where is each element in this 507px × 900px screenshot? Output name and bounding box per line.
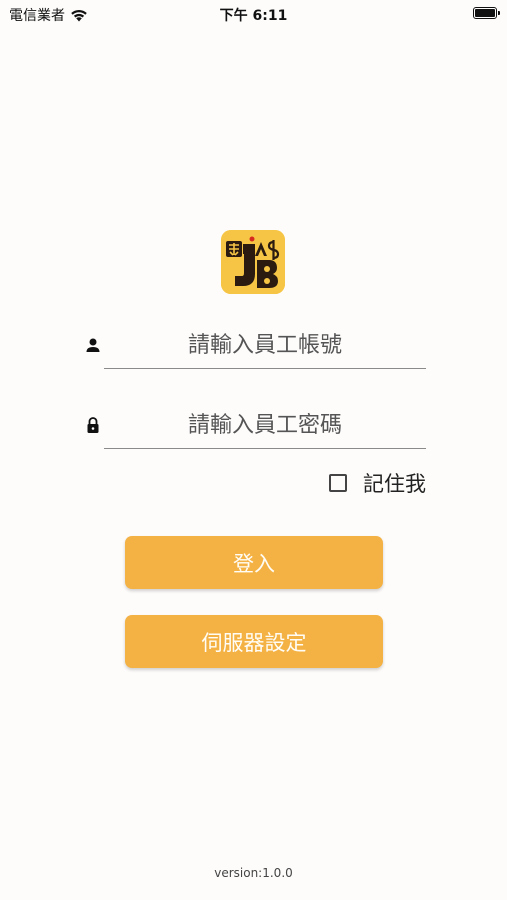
version-label: version:1.0.0 bbox=[214, 866, 293, 880]
account-input[interactable] bbox=[104, 322, 426, 369]
login-button[interactable]: 登入 bbox=[125, 536, 383, 589]
lock-icon bbox=[87, 417, 99, 433]
app-logo-icon bbox=[221, 230, 285, 294]
password-input[interactable] bbox=[104, 402, 426, 449]
remember-me-checkbox[interactable] bbox=[329, 474, 347, 492]
person-icon bbox=[86, 338, 100, 352]
password-field bbox=[80, 402, 426, 450]
battery-icon bbox=[473, 7, 500, 19]
remember-me-toggle[interactable]: 記住我 bbox=[329, 468, 426, 498]
server-settings-button[interactable]: 伺服器設定 bbox=[125, 615, 383, 668]
status-time: 下午 6:11 bbox=[219, 8, 288, 24]
status-bar: 電信業者 下午 6:11 bbox=[0, 0, 507, 28]
account-field bbox=[80, 322, 426, 370]
battery-level-fill bbox=[475, 9, 495, 17]
app-logo bbox=[221, 230, 285, 294]
remember-me-label: 記住我 bbox=[363, 472, 426, 496]
